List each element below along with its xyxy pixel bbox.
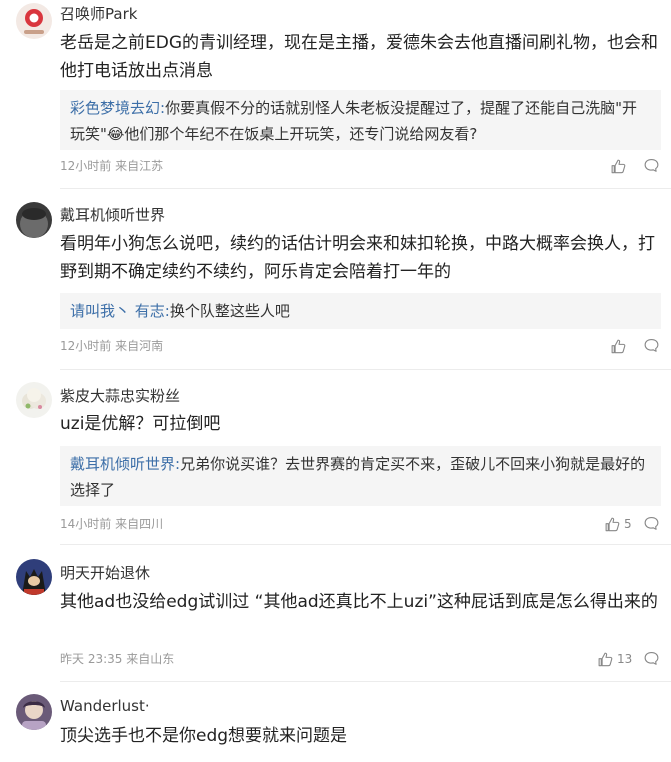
divider: [60, 681, 671, 682]
thumb-up-icon: [604, 516, 621, 533]
comment-location: 来自四川: [115, 517, 164, 531]
username[interactable]: 紫皮大蒜忠实粉丝: [60, 386, 180, 406]
reply-preview[interactable]: 彩色梦境去幻:你要真假不分的话就别怪人朱老板没提醒过了，提醒了还能自己洗脑"开玩…: [60, 90, 661, 150]
comment-meta: 昨天 23:35 来自山东: [60, 651, 174, 667]
thumb-up-icon: [597, 651, 614, 668]
avatar[interactable]: [16, 694, 52, 730]
like-button[interactable]: 5: [604, 515, 632, 533]
comment-location: 来自山东: [126, 652, 175, 666]
speech-bubble-icon[interactable]: [643, 515, 660, 532]
comment-time: 12小时前: [60, 159, 112, 173]
comment-text: 老岳是之前EDG的青训经理，现在是主播，爱德朱会去他直播间刷礼物，也会和他打电话…: [60, 33, 659, 81]
username[interactable]: 召唤师Park: [60, 4, 137, 24]
like-button[interactable]: [610, 337, 630, 355]
username[interactable]: Wanderlust·: [60, 696, 150, 716]
like-button[interactable]: 13: [597, 650, 632, 668]
comment-time: 12小时前: [60, 339, 112, 353]
like-count: 13: [617, 652, 633, 666]
avatar[interactable]: [16, 3, 52, 39]
speech-bubble-icon[interactable]: [643, 650, 660, 667]
comment-text: 顶尖选手也不是你edg想要就来问题是: [60, 726, 348, 746]
comment-time: 昨天 23:35: [60, 652, 123, 666]
reply-username[interactable]: 请叫我丶 有志:: [70, 302, 170, 320]
speech-bubble-icon[interactable]: [643, 337, 660, 354]
like-count: 5: [624, 517, 632, 531]
reply-text: 换个队整这些人吧: [169, 302, 290, 320]
avatar[interactable]: [16, 382, 52, 418]
reply-preview[interactable]: 请叫我丶 有志:换个队整这些人吧: [60, 293, 661, 329]
like-button[interactable]: [610, 157, 630, 175]
thumb-up-icon: [610, 338, 627, 355]
reply-username[interactable]: 彩色梦境去幻:: [70, 99, 165, 117]
comment-location: 来自江苏: [115, 159, 164, 173]
thumb-up-icon: [610, 158, 627, 175]
comment-meta: 12小时前 来自江苏: [60, 158, 163, 174]
username[interactable]: 明天开始退休: [60, 563, 150, 583]
avatar[interactable]: [16, 202, 52, 238]
comment-meta: 14小时前 来自四川: [60, 516, 163, 532]
comment-text: 看明年小狗怎么说吧，续约的话估计明会来和妹扣轮换，中路大概率会换人，打野到期不确…: [60, 234, 655, 282]
comment-meta: 12小时前 来自河南: [60, 338, 163, 354]
speech-bubble-icon[interactable]: [643, 157, 660, 174]
divider: [60, 188, 671, 189]
comment-location: 来自河南: [115, 339, 164, 353]
username[interactable]: 戴耳机倾听世界: [60, 205, 165, 225]
reply-username[interactable]: 戴耳机倾听世界:: [70, 455, 180, 473]
divider: [60, 544, 671, 545]
comment-text: 其他ad也没给edg试训过 “其他ad还真比不上uzi”这种屁话到底是怎么得出来…: [60, 592, 658, 612]
reply-preview[interactable]: 戴耳机倾听世界:兄弟你说买谁？去世界赛的肯定买不来，歪破儿不回来小狗就是最好的选…: [60, 446, 661, 506]
divider: [60, 369, 671, 370]
comment-text: uzi是优解？可拉倒吧: [60, 414, 221, 434]
comment-time: 14小时前: [60, 517, 112, 531]
avatar[interactable]: [16, 559, 52, 595]
